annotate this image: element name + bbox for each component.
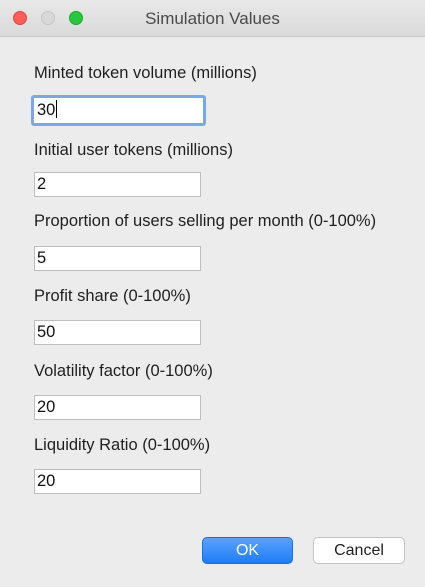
volatility-factor-label: Volatility factor (0-100%) [34,362,213,380]
cancel-button[interactable]: Cancel [313,537,405,564]
liquidity-ratio-input[interactable]: 20 [34,469,201,494]
ok-button[interactable]: OK [202,537,293,564]
profit-share-input[interactable]: 50 [34,320,201,345]
minted-token-volume-input[interactable]: 30 [31,95,206,126]
minted-token-volume-value: 30 [37,101,56,119]
title-bar[interactable]: Simulation Values [0,0,425,37]
liquidity-ratio-label: Liquidity Ratio (0-100%) [34,436,211,454]
volatility-factor-input[interactable]: 20 [34,395,201,420]
initial-user-tokens-label: Initial user tokens (millions) [34,141,233,159]
window-title: Simulation Values [145,9,280,28]
simulation-values-dialog: Simulation Values Minted token volume (m… [0,0,425,587]
users-selling-proportion-input[interactable]: 5 [34,246,201,271]
text-caret [56,100,58,118]
initial-user-tokens-input[interactable]: 2 [34,172,201,197]
users-selling-proportion-label: Proportion of users selling per month (0… [34,212,377,230]
minted-token-volume-label: Minted token volume (millions) [34,64,257,82]
profit-share-label: Profit share (0-100%) [34,287,191,305]
